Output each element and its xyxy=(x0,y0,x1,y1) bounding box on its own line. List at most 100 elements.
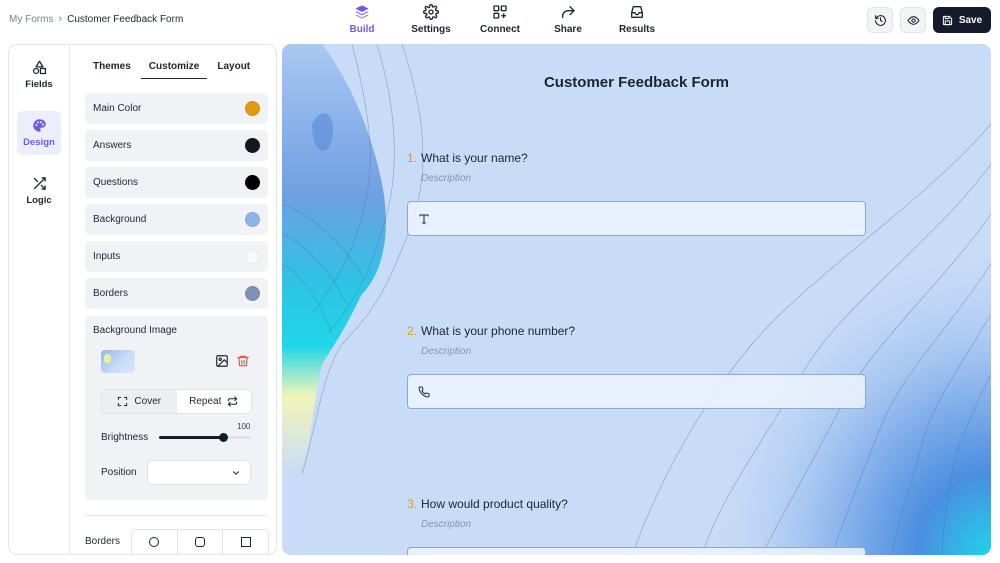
nav-build-label: Build xyxy=(349,24,375,35)
design-panel: Fields Design Logic Themes Customize Lay… xyxy=(8,44,277,555)
brightness-slider[interactable] xyxy=(159,433,251,442)
color-row-main-color[interactable]: Main Color xyxy=(85,93,268,124)
square-icon xyxy=(240,537,251,547)
nav-share[interactable]: Share xyxy=(533,4,603,35)
color-swatch[interactable] xyxy=(245,138,260,153)
question-text: What is your phone number? xyxy=(421,324,576,338)
repeat-icon xyxy=(228,396,238,407)
rail-design[interactable]: Design xyxy=(17,111,61,155)
main-nav: Build Settings Connect Share Results xyxy=(0,4,1000,38)
nav-settings-label: Settings xyxy=(411,24,451,35)
side-rail: Fields Design Logic xyxy=(9,45,70,554)
color-row-label: Questions xyxy=(93,177,139,188)
background-image-thumbnail[interactable] xyxy=(101,350,135,373)
question-description: Description xyxy=(421,519,472,530)
inbox-icon xyxy=(631,5,643,18)
question-text: What is your name? xyxy=(421,151,528,165)
fit-cover-option[interactable]: Cover xyxy=(102,390,177,413)
color-row-label: Borders xyxy=(93,288,129,299)
save-button[interactable]: Save xyxy=(933,7,991,33)
borders-label: Borders xyxy=(85,536,121,547)
top-actions: Save xyxy=(867,7,991,33)
preview-button[interactable] xyxy=(900,7,926,33)
nav-connect-label: Connect xyxy=(480,24,520,35)
color-row-background[interactable]: Background xyxy=(85,204,268,235)
border-circle-option[interactable] xyxy=(132,530,178,554)
rail-design-label: Design xyxy=(23,137,55,148)
brightness-label: Brightness xyxy=(101,432,149,443)
trash-icon[interactable] xyxy=(236,354,250,368)
fit-cover-label: Cover xyxy=(134,396,162,407)
phone-icon xyxy=(418,386,430,398)
tab-customize[interactable]: Customize xyxy=(140,59,208,79)
gear-icon xyxy=(423,4,439,20)
nav-connect[interactable]: Connect xyxy=(465,4,535,35)
color-swatch[interactable] xyxy=(245,212,260,227)
brightness-slider-fill xyxy=(159,436,224,439)
shuffle-icon xyxy=(33,177,46,190)
image-fit-toggle: Cover Repeat xyxy=(101,389,252,414)
question-number: 1. xyxy=(407,151,418,165)
history-button[interactable] xyxy=(867,7,893,33)
background-image-card: Background Image Cover Repeat Brightness… xyxy=(85,316,268,500)
tab-themes[interactable]: Themes xyxy=(85,59,139,79)
chevron-down-icon xyxy=(232,471,240,475)
brightness-slider-thumb[interactable] xyxy=(219,433,229,442)
rail-logic-label: Logic xyxy=(26,195,52,206)
color-row-inputs[interactable]: Inputs xyxy=(85,241,268,272)
image-icon[interactable] xyxy=(215,354,229,368)
color-swatch[interactable] xyxy=(245,101,260,116)
topographic-background xyxy=(282,44,991,555)
integrations-icon xyxy=(493,5,507,19)
color-row-label: Background xyxy=(93,214,147,225)
color-row-borders[interactable]: Borders xyxy=(85,278,268,309)
rail-logic[interactable]: Logic xyxy=(17,169,61,213)
save-disk-icon xyxy=(942,15,952,25)
panel-divider xyxy=(85,515,268,516)
rail-fields[interactable]: Fields xyxy=(17,53,61,97)
save-button-label: Save xyxy=(958,14,983,26)
expand-icon xyxy=(118,396,128,407)
color-swatch[interactable] xyxy=(245,286,260,301)
circle-icon xyxy=(149,537,160,547)
form-title: Customer Feedback Form xyxy=(543,74,730,91)
position-select[interactable] xyxy=(147,460,251,485)
color-swatch[interactable] xyxy=(245,175,260,190)
color-row-answers[interactable]: Answers xyxy=(85,130,268,161)
color-row-label: Answers xyxy=(93,140,132,151)
quality-input[interactable] xyxy=(407,547,866,555)
share-arrow-icon xyxy=(562,5,575,18)
border-square-option[interactable] xyxy=(223,530,268,554)
background-image-title: Background Image xyxy=(93,325,177,336)
rail-fields-label: Fields xyxy=(25,79,53,90)
color-row-label: Inputs xyxy=(93,251,121,262)
question-description: Description xyxy=(421,173,472,184)
color-swatch[interactable] xyxy=(245,249,260,264)
question-number: 3. xyxy=(407,497,418,511)
border-rounded-option[interactable] xyxy=(178,530,224,554)
fit-repeat-option[interactable]: Repeat xyxy=(177,390,252,413)
name-input[interactable] xyxy=(407,201,866,236)
phone-input[interactable] xyxy=(407,374,866,409)
brightness-value: 100 xyxy=(237,422,251,431)
history-icon xyxy=(874,14,886,26)
question-title: 3. How would product quality? xyxy=(407,497,568,511)
question-description: Description xyxy=(421,346,472,357)
top-bar: My Forms › Customer Feedback Form Build … xyxy=(0,0,1000,40)
fit-repeat-label: Repeat xyxy=(189,396,222,407)
rounded-square-icon xyxy=(195,537,205,547)
question-text: How would product quality? xyxy=(421,497,568,511)
eye-icon xyxy=(906,15,920,25)
nav-settings[interactable]: Settings xyxy=(396,4,466,35)
design-tabs: Themes Customize Layout xyxy=(85,59,260,79)
question-title: 2. What is your phone number? xyxy=(407,324,575,338)
nav-build[interactable]: Build xyxy=(327,4,397,35)
tab-layout[interactable]: Layout xyxy=(209,59,258,79)
palette-icon xyxy=(32,119,46,132)
color-row-questions[interactable]: Questions xyxy=(85,167,268,198)
color-row-label: Main Color xyxy=(93,103,142,114)
nav-share-label: Share xyxy=(554,24,582,35)
nav-results[interactable]: Results xyxy=(602,4,672,35)
layers-icon xyxy=(355,5,369,19)
text-type-icon xyxy=(419,214,429,224)
